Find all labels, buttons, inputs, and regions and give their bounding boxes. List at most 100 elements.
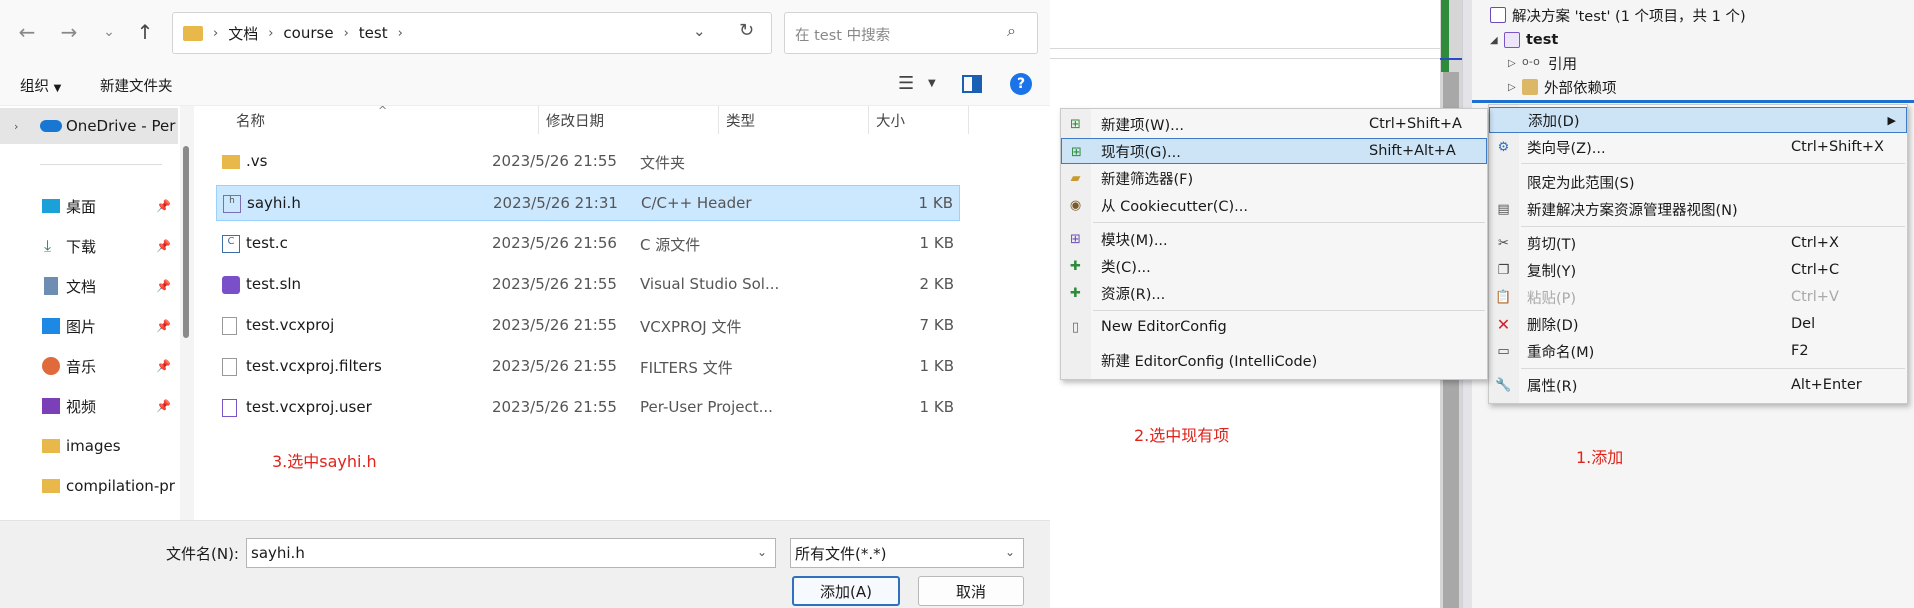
recent-chevron-icon[interactable]: ⌄: [96, 18, 122, 46]
menu-item-rename[interactable]: ▭ 重命名(M) F2: [1489, 338, 1907, 364]
pin-icon[interactable]: 📌: [156, 359, 171, 373]
tree-solution[interactable]: 解决方案 'test' (1 个项目，共 1 个): [1490, 4, 1746, 26]
menu-item-label: 从 Cookiecutter(C)...: [1101, 198, 1249, 215]
file-type: VCXPROJ 文件: [640, 318, 742, 336]
breadcrumb-test[interactable]: test: [359, 24, 388, 42]
address-dropdown-icon[interactable]: ⌄: [693, 22, 706, 40]
file-name: test.vcxproj: [246, 316, 335, 334]
submenu-item-resource[interactable]: ✚ 资源(R)...: [1061, 280, 1487, 306]
submenu-item-existing-item[interactable]: ⊞ 现有项(G)... Shift+Alt+A: [1061, 138, 1487, 164]
scrollbar-thumb[interactable]: [183, 146, 189, 338]
organize-button[interactable]: 组织 ▼: [20, 75, 61, 96]
pin-icon[interactable]: 📌: [156, 199, 171, 213]
expand-chevron-icon[interactable]: ›: [14, 120, 18, 133]
menu-item-scope[interactable]: 限定为此范围(S): [1489, 169, 1907, 195]
menu-item-label: 新建项(W)...: [1101, 117, 1184, 134]
nav-item-downloads[interactable]: ⤓ 下载 📌: [0, 228, 178, 264]
pin-icon[interactable]: 📌: [156, 279, 171, 293]
download-icon: ⤓: [44, 236, 52, 255]
breadcrumb-documents[interactable]: 文档: [228, 23, 258, 44]
nav-item-onedrive[interactable]: › OneDrive - Per: [0, 108, 178, 144]
tree-external-deps[interactable]: ▷ 外部依赖项: [1508, 76, 1617, 98]
menu-item-delete[interactable]: ✕ 删除(D) Del: [1489, 311, 1907, 337]
pin-icon[interactable]: 📌: [156, 399, 171, 413]
add-button[interactable]: 添加(A): [792, 576, 900, 606]
file-row-sayhi-h[interactable]: h sayhi.h 2023/5/26 21:31 C/C++ Header 1…: [216, 185, 960, 221]
nav-item-documents[interactable]: 文档 📌: [0, 268, 178, 304]
help-icon[interactable]: ?: [1010, 73, 1032, 95]
file-row-test-c[interactable]: C test.c 2023/5/26 21:56 C 源文件 1 KB: [216, 226, 960, 262]
references-icon: o-o: [1522, 55, 1540, 68]
tree-references[interactable]: ▷ o-o 引用: [1508, 52, 1577, 74]
breadcrumb-course[interactable]: course: [283, 24, 333, 42]
search-box[interactable]: 在 test 中搜索 ⌕: [784, 12, 1038, 54]
menu-item-class-wizard[interactable]: ⚙ 类向导(Z)... Ctrl+Shift+X: [1489, 134, 1907, 160]
nav-item-desktop[interactable]: 桌面 📌: [0, 188, 178, 224]
menu-shortcut: Ctrl+C: [1791, 262, 1840, 278]
submenu-item-new-item[interactable]: ⊞ 新建项(W)... Ctrl+Shift+A: [1061, 111, 1487, 137]
up-arrow-icon[interactable]: ↑: [132, 18, 158, 46]
file-type: FILTERS 文件: [640, 359, 733, 377]
column-header-size[interactable]: 大小: [876, 106, 905, 134]
submenu-item-class[interactable]: ✚ 类(C)...: [1061, 253, 1487, 279]
nav-item-compilation[interactable]: compilation-pr: [0, 468, 178, 504]
file-type: Per-User Project...: [640, 398, 773, 416]
menu-item-new-view[interactable]: ▤ 新建解决方案资源管理器视图(N): [1489, 196, 1907, 222]
back-arrow-icon[interactable]: ←: [14, 18, 40, 46]
pin-icon[interactable]: 📌: [156, 239, 171, 253]
menu-item-copy[interactable]: ❐ 复制(Y) Ctrl+C: [1489, 257, 1907, 283]
file-type-filter-select[interactable]: 所有文件(*.*) ⌄: [790, 538, 1024, 568]
file-row-test-vcxproj-user[interactable]: test.vcxproj.user 2023/5/26 21:55 Per-Us…: [216, 390, 960, 426]
collapse-arrow-icon[interactable]: ◢: [1490, 35, 1504, 46]
file-row-vs[interactable]: .vs 2023/5/26 21:55 文件夹: [216, 144, 960, 180]
tree-project[interactable]: ◢ test: [1490, 29, 1558, 51]
annotation-step2: 2.选中现有项: [1134, 426, 1230, 445]
view-dropdown-icon[interactable]: ▼: [928, 78, 936, 89]
submenu-item-module[interactable]: ⊞ 模块(M)...: [1061, 226, 1487, 252]
file-modified: 2023/5/26 21:55: [492, 152, 617, 170]
nav-pane-scrollbar[interactable]: [180, 106, 194, 520]
class-icon: ✚: [1070, 259, 1081, 274]
view-options-icon[interactable]: ☰: [898, 73, 914, 94]
new-folder-button[interactable]: 新建文件夹: [100, 75, 173, 96]
folder-icon: [42, 479, 60, 493]
menu-item-add[interactable]: 添加(D) ▶: [1489, 107, 1907, 133]
cancel-button[interactable]: 取消: [918, 576, 1024, 606]
nav-item-label: 文档: [66, 277, 97, 296]
document-icon: [44, 277, 58, 295]
column-header-name[interactable]: 名称: [236, 106, 265, 134]
paste-icon: 📋: [1495, 290, 1512, 305]
folder-icon: [183, 25, 203, 41]
file-row-test-vcxproj[interactable]: test.vcxproj 2023/5/26 21:55 VCXPROJ 文件 …: [216, 308, 960, 344]
forward-arrow-icon[interactable]: →: [56, 18, 82, 46]
address-bar[interactable]: › 文档 › course › test › ⌄ ↻: [172, 12, 772, 54]
filter-folder-icon: ▰: [1070, 171, 1081, 186]
submenu-item-editorconfig-intellicode[interactable]: 新建 EditorConfig (IntelliCode): [1061, 347, 1487, 373]
nav-item-music[interactable]: 音乐 📌: [0, 348, 178, 384]
submenu-item-new-filter[interactable]: ▰ 新建筛选器(F): [1061, 165, 1487, 191]
expand-arrow-icon[interactable]: ▷: [1508, 58, 1522, 69]
nav-item-pictures[interactable]: 图片 📌: [0, 308, 178, 344]
delete-x-icon: ✕: [1496, 315, 1511, 334]
menu-shortcut: Alt+Enter: [1791, 377, 1862, 393]
refresh-icon[interactable]: ↻: [739, 20, 754, 41]
file-size: 7 KB: [919, 316, 954, 334]
column-header-type[interactable]: 类型: [726, 106, 755, 134]
preview-pane-icon[interactable]: [962, 75, 982, 93]
dropdown-chevron-icon[interactable]: ⌄: [1005, 545, 1015, 559]
file-row-test-sln[interactable]: test.sln 2023/5/26 21:55 Visual Studio S…: [216, 267, 960, 303]
menu-item-cut[interactable]: ✂ 剪切(T) Ctrl+X: [1489, 230, 1907, 256]
column-header-modified[interactable]: 修改日期: [546, 106, 604, 134]
submenu-item-cookiecutter[interactable]: ◉ 从 Cookiecutter(C)...: [1061, 192, 1487, 218]
expand-arrow-icon[interactable]: ▷: [1508, 82, 1522, 93]
menu-item-properties[interactable]: 🔧 属性(R) Alt+Enter: [1489, 372, 1907, 398]
file-row-test-vcxproj-filters[interactable]: test.vcxproj.filters 2023/5/26 21:55 FIL…: [216, 349, 960, 385]
menu-shortcut: Ctrl+Shift+X: [1791, 139, 1884, 155]
nav-item-images[interactable]: images: [0, 428, 178, 464]
submenu-item-editorconfig[interactable]: ▯ New EditorConfig: [1061, 314, 1487, 340]
dropdown-chevron-icon[interactable]: ⌄: [757, 545, 767, 559]
filename-input[interactable]: sayhi.h ⌄: [246, 538, 776, 568]
file-modified: 2023/5/26 21:55: [492, 316, 617, 334]
nav-item-videos[interactable]: 视频 📌: [0, 388, 178, 424]
pin-icon[interactable]: 📌: [156, 319, 171, 333]
